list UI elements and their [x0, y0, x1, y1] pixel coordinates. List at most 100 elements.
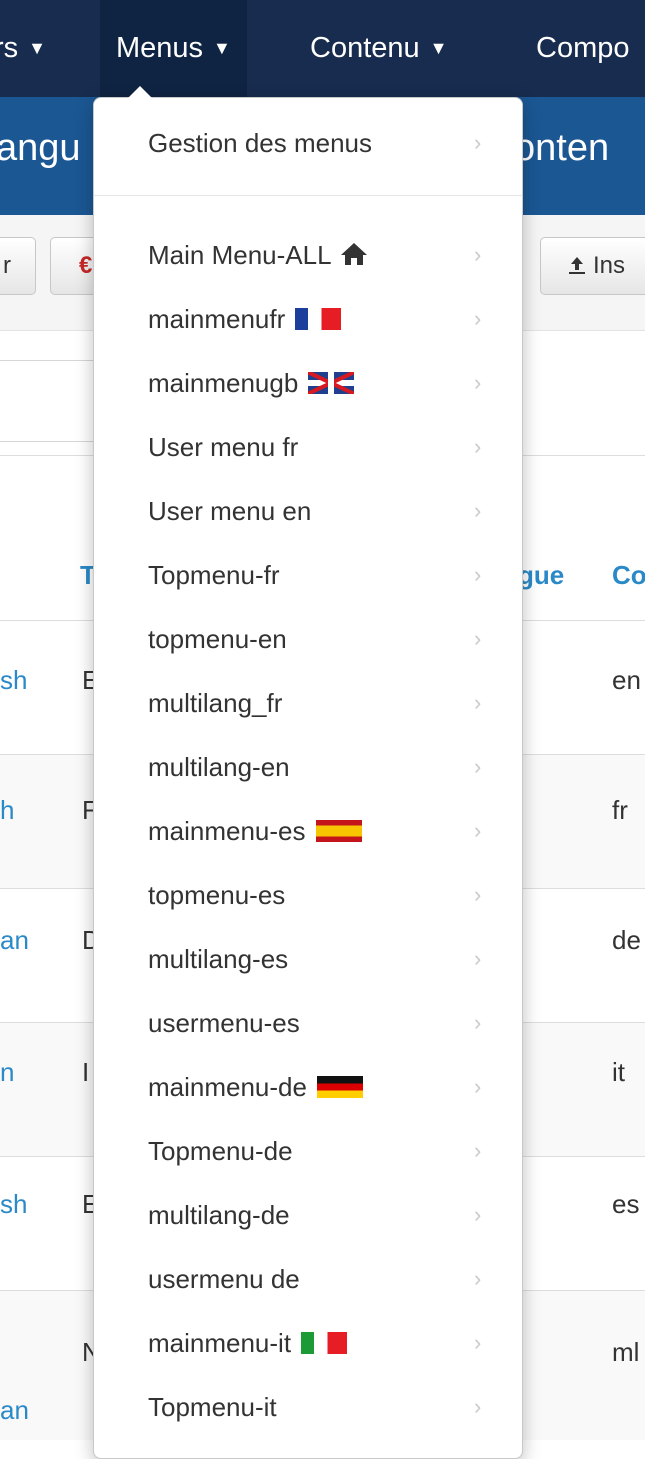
- row-link[interactable]: sh: [0, 1189, 27, 1220]
- menu-item-label: multilang-es: [148, 944, 289, 974]
- caret-down-icon: ▼: [28, 38, 46, 58]
- delete-icon: €: [79, 252, 93, 279]
- row-code: ml: [612, 1337, 640, 1367]
- menu-item-topmenu-de[interactable]: Topmenu-de ›: [94, 1120, 522, 1184]
- menu-item-label: topmenu-es: [148, 880, 286, 910]
- column-header-code[interactable]: Co: [612, 560, 645, 591]
- menu-item-label: User menu en: [148, 496, 312, 526]
- chevron-right-icon: ›: [474, 626, 482, 651]
- menu-item-user-menu-en[interactable]: User menu en ›: [94, 480, 522, 544]
- menu-item-multilang-en[interactable]: multilang-en ›: [94, 736, 522, 800]
- chevron-right-icon: ›: [474, 242, 482, 267]
- caret-down-icon: ▼: [429, 38, 448, 58]
- menu-item-mainmenugb[interactable]: mainmenugb ›: [94, 352, 522, 416]
- menu-item-label: mainmenufr: [148, 304, 286, 334]
- menu-item-label: Topmenu-it: [148, 1392, 277, 1422]
- chevron-right-icon: ›: [474, 754, 482, 779]
- chevron-right-icon: ›: [474, 1138, 482, 1163]
- menu-item-label-wrap: mainmenufr: [148, 304, 342, 335]
- menu-item-multilang-de[interactable]: multilang-de ›: [94, 1184, 522, 1248]
- menu-item-main-menu-all[interactable]: Main Menu-ALL ›: [94, 224, 522, 288]
- nav-components-menu[interactable]: Compo: [536, 26, 630, 70]
- menu-item-label: mainmenu-it: [148, 1328, 292, 1358]
- row-code: it: [612, 1057, 625, 1087]
- menu-item-label: mainmenu-de: [148, 1072, 307, 1102]
- menu-item-label: multilang-en: [148, 752, 290, 782]
- install-label-text: Ins: [593, 252, 626, 279]
- chevron-right-icon: ›: [474, 306, 482, 331]
- menu-item-topmenu-it[interactable]: Topmenu-it ›: [94, 1376, 522, 1440]
- chevron-right-icon: ›: [474, 1010, 482, 1035]
- chevron-right-icon: ›: [474, 690, 482, 715]
- menus-dropdown: Gestion des menus › Main Menu-ALL › main…: [93, 97, 523, 1459]
- flag-es-icon: [315, 820, 362, 843]
- menu-item-label-wrap: Main Menu-ALL: [148, 240, 368, 271]
- chevron-right-icon: ›: [474, 1202, 482, 1227]
- menu-item-manage-menus[interactable]: Gestion des menus ›: [94, 112, 522, 176]
- top-navbar: rs ▼ Menus ▼ Contenu ▼ Compo: [0, 0, 645, 98]
- menu-item-label: mainmenu-es: [148, 816, 306, 846]
- chevron-right-icon: ›: [474, 882, 482, 907]
- row-link[interactable]: an: [0, 925, 29, 956]
- nav-content-label: Contenu: [310, 32, 420, 64]
- dropdown-arrow: [128, 86, 152, 98]
- menu-item-multilang-es[interactable]: multilang-es ›: [94, 928, 522, 992]
- menu-item-mainmenufr[interactable]: mainmenufr ›: [94, 288, 522, 352]
- page-title-secondary: onten: [514, 127, 610, 169]
- chevron-right-icon: ›: [474, 130, 482, 155]
- nav-menus-menu[interactable]: Menus ▼: [100, 0, 247, 97]
- menu-item-mainmenu-es[interactable]: mainmenu-es ›: [94, 800, 522, 864]
- menu-item-label: Gestion des menus: [148, 128, 373, 158]
- upload-icon: [569, 256, 585, 274]
- menu-item-mainmenu-de[interactable]: mainmenu-de ›: [94, 1056, 522, 1120]
- flag-fr-icon: [295, 308, 342, 331]
- caret-down-icon: ▼: [213, 38, 231, 58]
- menu-item-label: Topmenu-fr: [148, 560, 280, 590]
- chevron-right-icon: ›: [474, 818, 482, 843]
- menu-item-label: usermenu-es: [148, 1008, 300, 1038]
- row-link[interactable]: n: [0, 1057, 14, 1088]
- menu-item-user-menu-fr[interactable]: User menu fr ›: [94, 416, 522, 480]
- chevron-right-icon: ›: [474, 946, 482, 971]
- menu-item-label: User menu fr: [148, 432, 299, 462]
- menu-item-topmenu-fr[interactable]: Topmenu-fr ›: [94, 544, 522, 608]
- menu-item-label: usermenu de: [148, 1264, 300, 1294]
- row-code: fr: [612, 795, 628, 825]
- menu-item-label-wrap: mainmenugb: [148, 368, 355, 399]
- toolbar-button-label: r: [3, 252, 11, 279]
- menu-item-label: Topmenu-de: [148, 1136, 293, 1166]
- nav-users-menu[interactable]: rs ▼: [0, 26, 46, 70]
- nav-components-label: Compo: [536, 32, 630, 64]
- row-link[interactable]: h: [0, 795, 14, 826]
- row-link[interactable]: an: [0, 1395, 29, 1426]
- chevron-right-icon: ›: [474, 498, 482, 523]
- menu-item-usermenu-de[interactable]: usermenu de ›: [94, 1248, 522, 1312]
- toolbar-button[interactable]: r: [0, 237, 36, 295]
- row-link[interactable]: sh: [0, 665, 27, 696]
- row-code: en: [612, 665, 641, 695]
- chevron-right-icon: ›: [474, 434, 482, 459]
- menu-item-label-wrap: mainmenu-de: [148, 1072, 363, 1103]
- nav-menus-label: Menus: [116, 32, 204, 64]
- nav-content-menu[interactable]: Contenu ▼: [310, 26, 447, 70]
- menu-item-usermenu-es[interactable]: usermenu-es ›: [94, 992, 522, 1056]
- flag-de-icon: [316, 1076, 363, 1099]
- menu-item-label-wrap: mainmenu-es: [148, 816, 362, 847]
- menu-item-topmenu-en[interactable]: topmenu-en ›: [94, 608, 522, 672]
- install-button[interactable]: Ins: [540, 237, 645, 295]
- chevron-right-icon: ›: [474, 562, 482, 587]
- menu-item-topmenu-es[interactable]: topmenu-es ›: [94, 864, 522, 928]
- chevron-right-icon: ›: [474, 1394, 482, 1419]
- menu-item-multilang-fr[interactable]: multilang_fr ›: [94, 672, 522, 736]
- flag-gb-icon: [308, 372, 355, 395]
- menu-item-mainmenu-it[interactable]: mainmenu-it ›: [94, 1312, 522, 1376]
- column-header-language[interactable]: gue: [518, 560, 564, 591]
- chevron-right-icon: ›: [474, 1266, 482, 1291]
- chevron-right-icon: ›: [474, 370, 482, 395]
- row-text: I: [82, 1057, 90, 1087]
- install-button-label: Ins: [567, 238, 625, 294]
- chevron-right-icon: ›: [474, 1330, 482, 1355]
- flag-it-icon: [301, 1332, 348, 1355]
- chevron-right-icon: ›: [474, 1074, 482, 1099]
- menu-item-label: Main Menu-ALL: [148, 240, 332, 270]
